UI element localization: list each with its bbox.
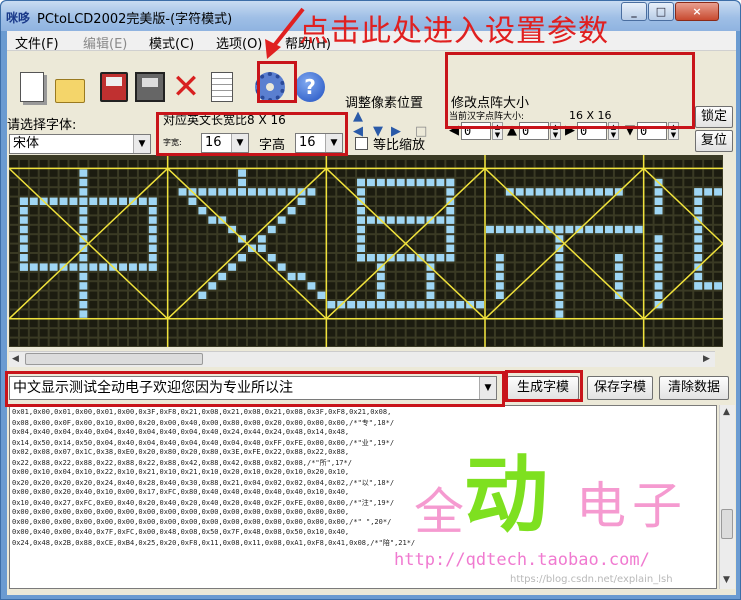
output-line: 0x24,0x48,0x2B,0x88,0xCE,0xB4,0x25,0x20,… bbox=[12, 539, 416, 547]
save-icon bbox=[100, 72, 128, 102]
highlight-char-size bbox=[156, 112, 348, 156]
center-icon[interactable]: □ bbox=[415, 124, 427, 140]
highlight-text-input bbox=[5, 371, 505, 407]
watermark-url: http://qdtech.taobao.com/ bbox=[394, 550, 650, 570]
output-line: 0x02,0x08,0x07,0x1C,0x38,0xE0,0x20,0x80,… bbox=[12, 448, 350, 456]
output-textarea[interactable]: 0x01,0x00,0x01,0x00,0x01,0x00,0x3F,0xF8,… bbox=[9, 405, 717, 589]
save-as-button[interactable] bbox=[133, 66, 167, 108]
save-as-icon bbox=[135, 72, 165, 102]
open-icon bbox=[55, 79, 85, 103]
move-up-icon[interactable]: ▲ bbox=[353, 109, 365, 125]
notes-button[interactable] bbox=[205, 66, 239, 108]
new-icon bbox=[20, 72, 44, 102]
csdn-watermark: https://blog.csdn.net/explain_lsh bbox=[510, 574, 673, 585]
scroll-down-icon[interactable]: ▼ bbox=[723, 575, 730, 585]
help-icon: ? bbox=[295, 72, 325, 102]
scroll-left-icon[interactable]: ◀ bbox=[12, 354, 19, 364]
lock-button[interactable]: 锁定 bbox=[695, 106, 733, 128]
maximize-button[interactable]: □ bbox=[648, 2, 674, 21]
output-line: 0x20,0x20,0x20,0x20,0x24,0x40,0x28,0x40,… bbox=[12, 479, 395, 487]
output-line: 0x10,0x40,0x27,0xFC,0xE0,0x40,0x20,0x40,… bbox=[12, 499, 395, 507]
save-font-button[interactable]: 保存字模 bbox=[587, 376, 653, 400]
delete-button[interactable]: ✕ bbox=[169, 66, 203, 108]
reset-button[interactable]: 复位 bbox=[695, 130, 733, 152]
output-vertical-scrollbar[interactable]: ▲ ▼ bbox=[719, 405, 735, 589]
minimize-button[interactable]: _ bbox=[621, 2, 647, 21]
scroll-thumb[interactable] bbox=[25, 353, 203, 365]
output-line: 0x00,0x40,0x00,0x40,0x7F,0xFC,0x00,0x48,… bbox=[12, 528, 350, 536]
close-button[interactable]: × bbox=[675, 2, 719, 21]
clear-data-button[interactable]: 清除数据 bbox=[659, 376, 729, 400]
scroll-thumb[interactable] bbox=[721, 509, 733, 539]
canvas-horizontal-scrollbar[interactable]: ◀ ▶ bbox=[9, 351, 715, 367]
font-value: 宋体 bbox=[13, 136, 40, 151]
open-button[interactable] bbox=[53, 66, 87, 108]
help-button[interactable]: ? bbox=[293, 66, 327, 108]
window-title: PCtoLCD2002完美版-(字符模式) bbox=[37, 12, 233, 27]
menu-mode[interactable]: 模式(C) bbox=[149, 33, 194, 52]
output-line: 0x00,0x10,0x04,0x10,0x22,0x10,0x21,0x10,… bbox=[12, 468, 350, 476]
scroll-up-icon[interactable]: ▲ bbox=[723, 407, 730, 417]
output-line: 0x22,0x88,0x22,0x88,0x22,0x88,0x22,0x88,… bbox=[12, 459, 352, 467]
highlight-settings bbox=[257, 61, 297, 103]
annotation-arrow bbox=[265, 7, 305, 59]
watermark-char-dong: 动 bbox=[464, 446, 549, 544]
highlight-matrix-size bbox=[445, 52, 695, 129]
new-button[interactable] bbox=[15, 66, 49, 108]
output-line: 0x00,0x80,0x20,0x40,0x10,0x00,0x17,0xFC,… bbox=[12, 488, 350, 496]
watermark-char-zi: 子 bbox=[632, 477, 682, 535]
annotation-text: 点击此处进入设置参数 bbox=[299, 14, 609, 49]
output-line: 0x04,0x40,0x04,0x40,0x04,0x40,0x04,0x40,… bbox=[12, 428, 350, 436]
dot-matrix-canvas[interactable] bbox=[9, 155, 723, 347]
output-line: 0x00,0x00,0x00,0x00,0x00,0x00,0x00,0x00,… bbox=[12, 508, 350, 516]
save-button[interactable] bbox=[97, 66, 131, 108]
app-window: 咪哆 PCtoLCD2002完美版-(字符模式) _ □ × 文件(F) 编辑(… bbox=[0, 0, 741, 600]
font-select[interactable]: 宋体 ▼ bbox=[9, 134, 151, 154]
menu-edit[interactable]: 编辑(E) bbox=[83, 33, 127, 52]
scroll-right-icon[interactable]: ▶ bbox=[703, 354, 710, 364]
move-down-icon[interactable]: ▼ bbox=[373, 124, 385, 140]
app-icon: 咪哆 bbox=[6, 11, 31, 25]
menu-file[interactable]: 文件(F) bbox=[15, 33, 59, 52]
output-line: 0x00,0x00,0x00,0x00,0x00,0x00,0x00,0x00,… bbox=[12, 518, 392, 526]
delete-icon: ✕ bbox=[171, 67, 201, 107]
dot-matrix-svg bbox=[9, 155, 723, 347]
notes-icon bbox=[211, 72, 233, 102]
output-line: 0x01,0x00,0x01,0x00,0x01,0x00,0x3F,0xF8,… bbox=[12, 408, 392, 416]
move-left-icon[interactable]: ◀ bbox=[353, 124, 365, 140]
watermark-char-quan: 全 bbox=[414, 483, 464, 541]
font-label: 请选择字体: bbox=[7, 118, 77, 133]
output-line: 0x08,0x00,0x0F,0x00,0x10,0x00,0x20,0x00,… bbox=[12, 419, 395, 427]
watermark-char-dian: 电 bbox=[576, 477, 626, 535]
output-line: 0x14,0x50,0x14,0x50,0x04,0x40,0x04,0x40,… bbox=[12, 439, 395, 447]
move-right-icon[interactable]: ▶ bbox=[391, 124, 403, 140]
highlight-generate bbox=[505, 370, 583, 402]
chevron-down-icon: ▼ bbox=[133, 135, 150, 153]
